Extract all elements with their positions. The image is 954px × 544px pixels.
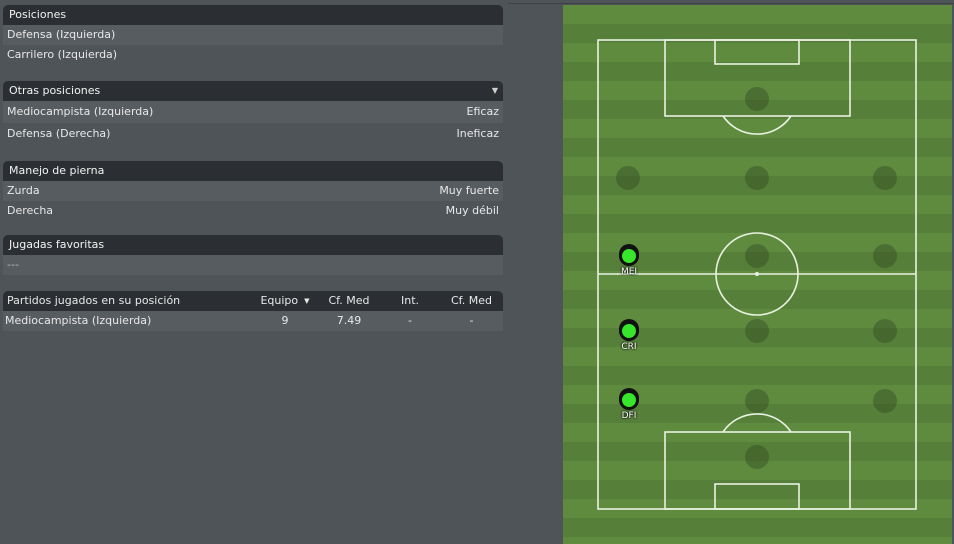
player-marker-mei[interactable]: MEI xyxy=(609,246,649,277)
player-dot-icon xyxy=(619,246,639,266)
jugadas-favoritas-section: Jugadas favoritas --- xyxy=(3,235,503,275)
cell-equipo: 9 xyxy=(281,314,289,327)
bottom-penalty-area xyxy=(664,431,851,510)
position-slot[interactable] xyxy=(745,445,769,469)
position-rating: Ineficaz xyxy=(456,127,499,140)
col-header-cf-med[interactable]: Cf. Med xyxy=(318,291,380,311)
position-row[interactable]: Mediocampista (Izquierda) Eficaz xyxy=(3,101,503,123)
cell-cf-med: 7.49 xyxy=(336,314,362,327)
cell-cf-med-int: - xyxy=(469,314,474,327)
partidos-table-header: Partidos jugados en su posición Equipo ▼ … xyxy=(3,291,503,311)
col-header-cf-med-int[interactable]: Cf. Med xyxy=(440,291,503,311)
jugadas-favoritas-row: --- xyxy=(3,255,503,275)
col-header-int[interactable]: Int. xyxy=(380,291,440,311)
foot-row: Derecha Muy débil xyxy=(3,201,503,221)
sort-desc-icon: ▼ xyxy=(304,297,310,305)
player-marker-dfi[interactable]: DFI xyxy=(609,390,649,421)
bottom-goal-area xyxy=(714,483,800,510)
partidos-section: Partidos jugados en su posición Equipo ▼ … xyxy=(3,291,503,331)
position-label: Defensa (Izquierda) xyxy=(7,28,116,41)
player-position-label: CRI xyxy=(621,342,637,352)
otras-posiciones-title: Otras posiciones xyxy=(9,84,101,97)
manejo-pierna-header: Manejo de pierna xyxy=(3,161,503,181)
panel-divider xyxy=(508,3,954,4)
dropdown-arrow-icon[interactable]: ▼ xyxy=(492,81,498,101)
cell-int: - xyxy=(408,314,412,327)
position-label: Mediocampista (Izquierda) xyxy=(7,105,154,118)
position-row[interactable]: Defensa (Izquierda) xyxy=(3,25,503,45)
bottom-penalty-arc xyxy=(722,413,792,433)
position-slot[interactable] xyxy=(616,166,640,190)
foot-rating: Muy fuerte xyxy=(439,184,499,197)
col-header-equipo-label: Equipo xyxy=(260,294,299,307)
position-slot[interactable] xyxy=(745,319,769,343)
position-slot[interactable] xyxy=(745,166,769,190)
centre-spot xyxy=(755,272,759,276)
jugadas-favoritas-header: Jugadas favoritas xyxy=(3,235,503,255)
cell-posicion: Mediocampista (Izquierda) xyxy=(5,314,152,327)
posiciones-section: Posiciones Defensa (Izquierda) Carrilero… xyxy=(3,5,503,65)
posiciones-title: Posiciones xyxy=(9,8,67,21)
position-slot[interactable] xyxy=(745,87,769,111)
col-header-equipo[interactable]: Equipo ▼ xyxy=(252,291,318,311)
position-rating: Eficaz xyxy=(466,105,499,118)
position-slot[interactable] xyxy=(745,244,769,268)
top-penalty-arc xyxy=(722,115,792,135)
jugadas-favoritas-value: --- xyxy=(7,258,19,271)
posiciones-header: Posiciones xyxy=(3,5,503,25)
player-position-label: DFI xyxy=(621,411,637,421)
player-dot-icon xyxy=(619,321,639,341)
foot-label: Derecha xyxy=(7,204,54,217)
pitch: MEI CRI DFI xyxy=(563,5,952,544)
position-row[interactable]: Carrilero (Izquierda) xyxy=(3,45,503,65)
position-slot[interactable] xyxy=(745,389,769,413)
foot-rating: Muy débil xyxy=(445,204,499,217)
otras-posiciones-section: Otras posiciones ▼ Mediocampista (Izquie… xyxy=(3,81,503,145)
foot-label: Zurda xyxy=(7,184,40,197)
position-slot[interactable] xyxy=(873,166,897,190)
player-marker-cri[interactable]: CRI xyxy=(609,321,649,352)
player-dot-icon xyxy=(619,390,639,410)
manejo-pierna-title: Manejo de pierna xyxy=(9,164,105,177)
player-positions-panel: Posiciones Defensa (Izquierda) Carrilero… xyxy=(3,5,503,340)
position-slot[interactable] xyxy=(873,244,897,268)
manejo-pierna-section: Manejo de pierna Zurda Muy fuerte Derech… xyxy=(3,161,503,221)
col-header-posicion[interactable]: Partidos jugados en su posición xyxy=(3,291,252,311)
position-slot[interactable] xyxy=(873,389,897,413)
jugadas-favoritas-title: Jugadas favoritas xyxy=(9,238,105,251)
player-position-label: MEI xyxy=(620,267,638,277)
foot-row: Zurda Muy fuerte xyxy=(3,181,503,201)
position-row[interactable]: Defensa (Derecha) Ineficaz xyxy=(3,123,503,145)
position-slot[interactable] xyxy=(873,319,897,343)
top-goal-area xyxy=(714,39,800,65)
table-row[interactable]: Mediocampista (Izquierda) 9 7.49 - - xyxy=(3,311,503,331)
otras-posiciones-header[interactable]: Otras posiciones ▼ xyxy=(3,81,503,101)
position-label: Defensa (Derecha) xyxy=(7,127,111,140)
position-label: Carrilero (Izquierda) xyxy=(7,48,118,61)
